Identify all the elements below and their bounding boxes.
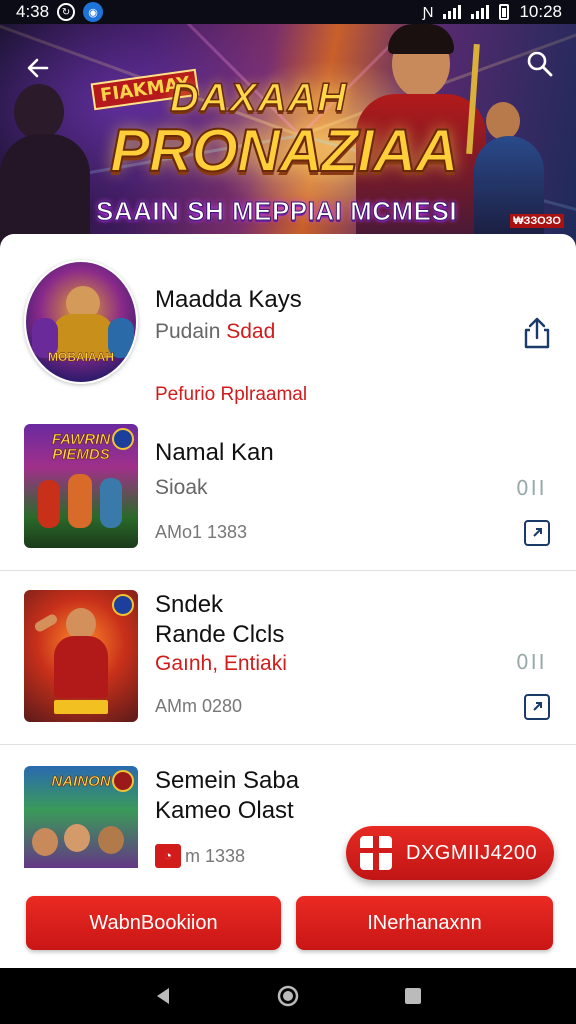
profile-subtitle-red: Sdad (226, 320, 276, 343)
gift-icon (360, 836, 392, 870)
item-meta: AMm 0280 (155, 696, 243, 716)
nav-back-button[interactable] (143, 976, 183, 1016)
pin-icon (533, 528, 542, 537)
profile-name: Maadda Kays (155, 286, 302, 313)
share-icon (524, 317, 550, 349)
nfc-icon: Ɲ (422, 3, 434, 21)
item-title: Sndek (155, 591, 224, 618)
pin-icon (533, 702, 542, 711)
primary-left-button[interactable]: WabnBookiion (26, 896, 281, 950)
promo-floating-button-label: DXGMIIJ4200 (406, 841, 538, 864)
banner-title-line2: PRONAZIAA (109, 116, 460, 185)
item-title: Namal Kan (155, 439, 274, 466)
share-button[interactable] (518, 314, 556, 352)
promo-floating-button[interactable]: DXGMIIJ4200 (346, 826, 554, 880)
item-title-line2: Rande Clcls (155, 621, 285, 648)
profile-subtitle: Pudain Sdad (155, 320, 275, 344)
section-link[interactable]: Pefurio Rplraamal (155, 384, 307, 406)
item-title-line2: Kameo Olast (155, 797, 294, 824)
item-status-indicator: 0II (516, 650, 547, 674)
back-button[interactable] (18, 48, 58, 88)
thumbnail-badge (112, 594, 134, 616)
sync-icon: ↻ (57, 3, 76, 21)
search-icon (527, 51, 553, 77)
item-pin-button[interactable] (524, 520, 550, 546)
circle-home-icon (277, 985, 299, 1007)
item-thumbnail: FAWRIN PIEMDS (24, 424, 138, 548)
thumbnail-badge (112, 770, 134, 792)
list-item[interactable]: FAWRIN PIEMDS Namal Kan Sioak AMo1 1383 … (0, 424, 576, 554)
app-notification-icon: ◉ (83, 2, 104, 22)
item-pin-button[interactable] (524, 694, 550, 720)
nav-home-button[interactable] (268, 976, 308, 1016)
banner-subtitle: SAAIN SH MEPPIAI MCMESI (95, 196, 458, 227)
status-bar: 4:38 ↻ ◉ Ɲ 10:28 (0, 0, 576, 24)
wifi-signal-icon (471, 5, 490, 19)
item-meta: AMo1 1383 (155, 522, 248, 542)
item-thumbnail (24, 590, 138, 722)
item-title: Semein Saba (155, 767, 300, 794)
divider (0, 570, 576, 571)
hero-banner: FIAKMAY DAXAAH PRONAZIAA SAAIN SH MEPPIA… (0, 24, 576, 244)
status-time-right: 10:28 (519, 2, 562, 21)
banner-title-line1: DAXAAH (169, 75, 348, 121)
divider (0, 744, 576, 745)
calendar-icon: ◔ (155, 844, 181, 868)
arrow-left-icon (27, 58, 49, 78)
square-recents-icon (405, 988, 422, 1004)
search-button[interactable] (520, 44, 560, 84)
item-subtitle: Sioak (155, 476, 208, 499)
avatar-caption: MOBAIAAH (48, 350, 114, 364)
system-nav-bar (0, 968, 576, 1024)
item-thumbnail: NAINON (24, 766, 138, 876)
item-meta: ◔ m 1338 (155, 844, 245, 868)
signal-icon (443, 5, 462, 19)
age-rating-badge: ₩ЗЗОЗО (510, 214, 564, 228)
nav-recents-button[interactable] (393, 976, 433, 1016)
item-meta-text: m 1338 (185, 845, 246, 866)
item-status-indicator: 0II (516, 476, 547, 500)
thumbnail-badge (112, 428, 134, 450)
primary-right-button[interactable]: INerhanaxnn (296, 896, 553, 950)
list-item[interactable]: Sndek Rande Clcls Gaınh, Entiaki AMm 028… (0, 590, 576, 724)
item-subtitle: Gaınh, Entiaki (155, 652, 287, 675)
battery-icon (499, 4, 510, 20)
profile-avatar[interactable]: MOBAIAAH (24, 260, 138, 384)
triangle-back-icon (156, 988, 169, 1004)
status-time-left: 4:38 (16, 2, 50, 21)
profile-subtitle-gray: Pudain (155, 320, 221, 343)
